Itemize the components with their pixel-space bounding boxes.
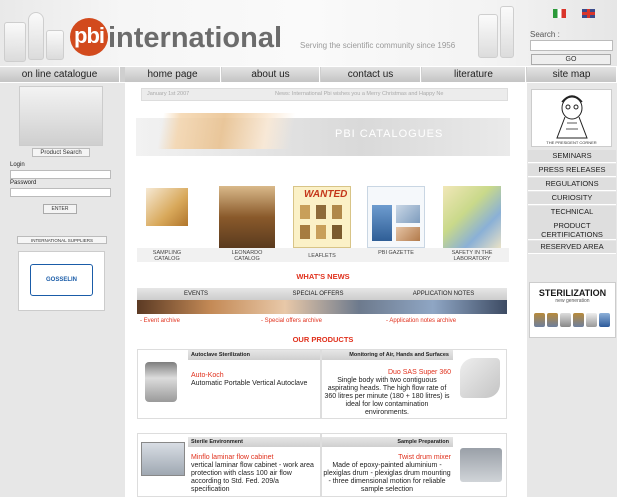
catalog-label[interactable]: SAFETY IN THE LABORATORY [444, 250, 500, 262]
login-input[interactable] [10, 170, 111, 179]
go-button[interactable]: GO [531, 54, 611, 65]
bottle-icon [560, 313, 571, 327]
product-description: Automatic Portable Vertical Autoclave [191, 380, 308, 387]
nav-about-us[interactable]: about us [222, 67, 320, 82]
banner-artwork [146, 113, 316, 149]
wanted-title: WANTED [304, 189, 348, 200]
international-suppliers-heading: INTERNATIONAL SUPPLIERS [17, 236, 107, 244]
flask-illustration [4, 22, 26, 62]
bottle-icon [573, 313, 584, 327]
product-category: Monitoring of Air, Hands and Surfaces [322, 350, 453, 360]
flask-illustration [478, 14, 498, 58]
menu-seminars[interactable]: SEMINARS [528, 150, 616, 163]
air-sampler-image[interactable] [460, 358, 500, 398]
login-label: Login [10, 162, 25, 168]
nav-literature[interactable]: literature [422, 67, 526, 82]
president-corner-label: THE PRESIDENT CORNER [546, 140, 597, 145]
leonardo-catalog-thumbnail[interactable] [219, 186, 275, 248]
catalogues-title: PBI CATALOGUES [335, 128, 444, 140]
menu-regulations[interactable]: REGULATIONS [528, 178, 616, 191]
flask-illustration [46, 30, 64, 60]
bottle-icon [534, 313, 545, 327]
search-input[interactable] [530, 40, 613, 51]
search-label: Search : [530, 30, 560, 39]
product-name[interactable]: Twist drum mixer [323, 454, 451, 461]
sampling-catalog-thumbnail[interactable] [146, 188, 188, 226]
password-label: Password [10, 180, 37, 186]
leaflets-thumbnail[interactable]: WANTED [293, 186, 351, 248]
catalogue-image[interactable] [19, 86, 103, 146]
logo-mark[interactable]: pbi [70, 18, 108, 56]
logo-text[interactable]: international [108, 22, 282, 55]
special-offers-archive-link[interactable]: - Special offers archive [261, 318, 322, 324]
product-search-button[interactable]: Product Search [32, 148, 90, 157]
product-category: Sample Preparation [322, 437, 453, 447]
product-description: Single body with two contiguous aspirati… [324, 377, 450, 416]
product-category: Sterile Environment [188, 437, 320, 447]
whats-news-title: WHAT'S NEWS [296, 272, 350, 281]
nav-contact-us[interactable]: contact us [321, 67, 421, 82]
catalog-label[interactable]: SAMPLING CATALOG [143, 250, 191, 262]
tab-special-offers[interactable]: SPECIAL OFFERS [258, 288, 378, 300]
tab-events[interactable]: EVENTS [137, 288, 255, 300]
tab-application-notes[interactable]: APPLICATION NOTES [380, 288, 507, 300]
safety-in-laboratory-thumbnail[interactable] [443, 186, 501, 248]
english-flag-icon[interactable] [582, 9, 595, 18]
application-notes-archive-link[interactable]: - Application notes archive [386, 318, 456, 324]
nav-home-page[interactable]: home page [125, 67, 221, 82]
catalog-label[interactable]: PBI GAZETTE [368, 250, 424, 256]
menu-press-releases[interactable]: PRESS RELEASES [528, 164, 616, 177]
flask-illustration [28, 12, 44, 60]
laminar-flow-cabinet-image[interactable] [141, 442, 185, 476]
pbi-gazette-thumbnail[interactable] [367, 186, 425, 248]
drum-mixer-image[interactable] [460, 448, 502, 482]
password-input[interactable] [10, 188, 111, 197]
news-date: January 1st 2007 [147, 91, 190, 97]
product-name[interactable]: Auto-Koch [191, 372, 224, 379]
catalog-label[interactable]: LEONARDO CATALOG [220, 250, 274, 262]
bottle-icon [586, 313, 597, 327]
tagline: Serving the scientific community since 1… [300, 41, 456, 50]
enter-button[interactable]: ENTER [43, 204, 77, 214]
president-caricature-icon [556, 95, 588, 139]
nav-site-map[interactable]: site map [527, 67, 617, 82]
bottle-icon [599, 313, 610, 327]
product-name[interactable]: Minflo laminar flow cabinet [191, 454, 273, 461]
product-name[interactable]: Duo SAS Super 360 [323, 369, 451, 376]
italian-flag-icon[interactable] [553, 9, 566, 18]
bottle-icon [547, 313, 558, 327]
nav-online-catalogue[interactable]: on line catalogue [0, 67, 120, 82]
product-description: Made of epoxy-painted aluminium - plexig… [323, 462, 451, 493]
news-text[interactable]: News: International Pbi wishes you a Mer… [275, 91, 505, 97]
product-description: vertical laminar flow cabinet - work are… [191, 462, 314, 493]
product-category: Autoclave Sterilization [188, 350, 320, 360]
event-archive-link[interactable]: - Event archive [140, 318, 180, 324]
our-products-title: OUR PRODUCTS [292, 335, 354, 344]
sterilization-subtitle: new generation [555, 298, 590, 304]
menu-curiosity[interactable]: CURIOSITY [528, 192, 616, 205]
catalog-label[interactable]: LEAFLETS [294, 253, 350, 259]
flask-illustration [500, 6, 514, 58]
supplier-logo[interactable]: GOSSELIN [30, 264, 93, 296]
menu-reserved-area[interactable]: RESERVED AREA [528, 241, 616, 254]
autoclave-image[interactable] [145, 362, 177, 402]
sterilization-title: STERILIZATION [538, 288, 607, 298]
menu-product-certifications[interactable]: PRODUCT CERTIFICATIONS [528, 220, 616, 240]
president-corner[interactable] [531, 89, 612, 147]
news-image-strip [137, 300, 507, 314]
